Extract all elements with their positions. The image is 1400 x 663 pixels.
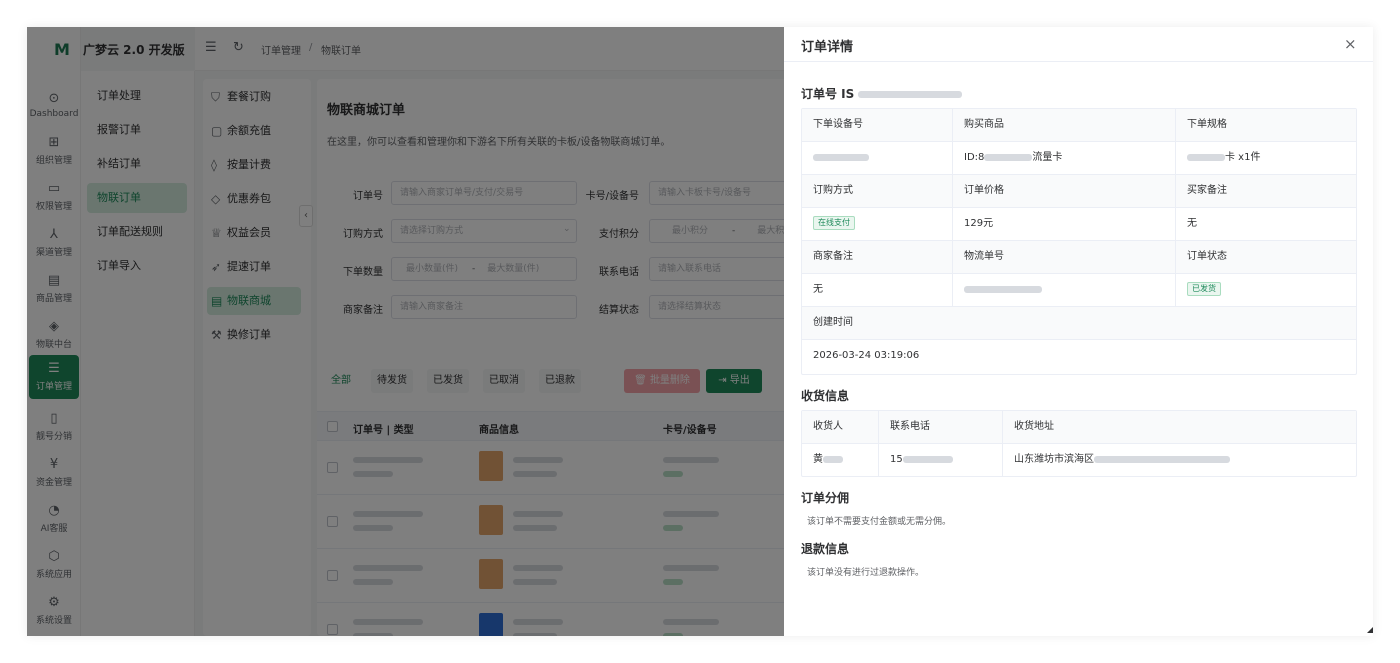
value-create-time: 2026-03-24 03:19:06 [813,350,920,361]
header-receiver: 收货人 [802,411,879,444]
blurred-address [1094,455,1230,463]
value-merchant-note: 无 [802,274,953,307]
header-price: 订单价格 [953,175,1176,208]
value-tracking-no [953,274,1176,307]
drawer-title: 订单详情 [801,40,854,55]
value-product: ID:8 流量卡 [953,142,1176,175]
modal-overlay[interactable] [27,27,784,636]
header-contact-phone: 联系电话 [879,411,1003,444]
header-address: 收货地址 [1003,411,1356,444]
blurred-spec [1187,153,1225,161]
value-receiver: 黄 [802,444,879,477]
commission-heading: 订单分佣 [801,491,850,505]
value-buy-method: 在线支付 [802,208,953,241]
app-window: M 广梦云 2.0 开发版 ⊙Dashboard ⊞组织管理 ▭权限管理 ⅄渠道… [27,27,1373,636]
header-create-time: 创建时间 [802,307,1356,340]
blurred-device-no [813,153,869,161]
shipping-grid: 收货人 联系电话 收货地址 黄 15 山东潍坊市滨海区 [801,410,1357,477]
value-device-no [802,142,953,175]
refund-note: 该订单没有进行过退款操作。 [807,568,925,578]
value-contact-phone: 15 [879,444,1003,477]
commission-note: 该订单不需要支付金额或无需分佣。 [807,517,952,527]
refund-heading: 退款信息 [801,542,850,556]
header-device-no: 下单设备号 [802,109,953,142]
shipping-heading: 收货信息 [801,389,850,403]
order-status-tag: 已发货 [1187,282,1221,296]
resize-corner-icon[interactable] [1367,627,1373,633]
pay-method-tag: 在线支付 [813,216,855,230]
value-order-status: 已发货 [1176,274,1356,307]
blurred-tracking-no [964,285,1042,293]
order-detail-grid: 下单设备号 购买商品 下单规格 ID:8 流量卡 卡 x1件 订购方式 订单价格 … [801,108,1357,375]
value-price: 129元 [953,208,1176,241]
order-no-heading: 订单号 IS [801,85,963,102]
header-merchant-note: 商家备注 [802,241,953,274]
drawer-divider [784,61,1373,62]
header-product: 购买商品 [953,109,1176,142]
value-buyer-note: 无 [1176,208,1356,241]
close-icon[interactable]: × [1344,35,1357,53]
header-tracking-no: 物流单号 [953,241,1176,274]
value-address: 山东潍坊市滨海区 [1003,444,1356,477]
blurred-phone [902,455,953,463]
value-spec: 卡 x1件 [1176,142,1356,175]
blurred-name [823,455,843,463]
header-buy-method: 订购方式 [802,175,953,208]
blurred-order-no [858,91,963,98]
blurred-product [984,153,1033,161]
header-order-status: 订单状态 [1176,241,1356,274]
header-buyer-note: 买家备注 [1176,175,1356,208]
header-spec: 下单规格 [1176,109,1356,142]
order-detail-drawer: 订单详情 × 订单号 IS 下单设备号 购买商品 下单规格 ID:8 流量卡 卡 … [784,27,1373,636]
